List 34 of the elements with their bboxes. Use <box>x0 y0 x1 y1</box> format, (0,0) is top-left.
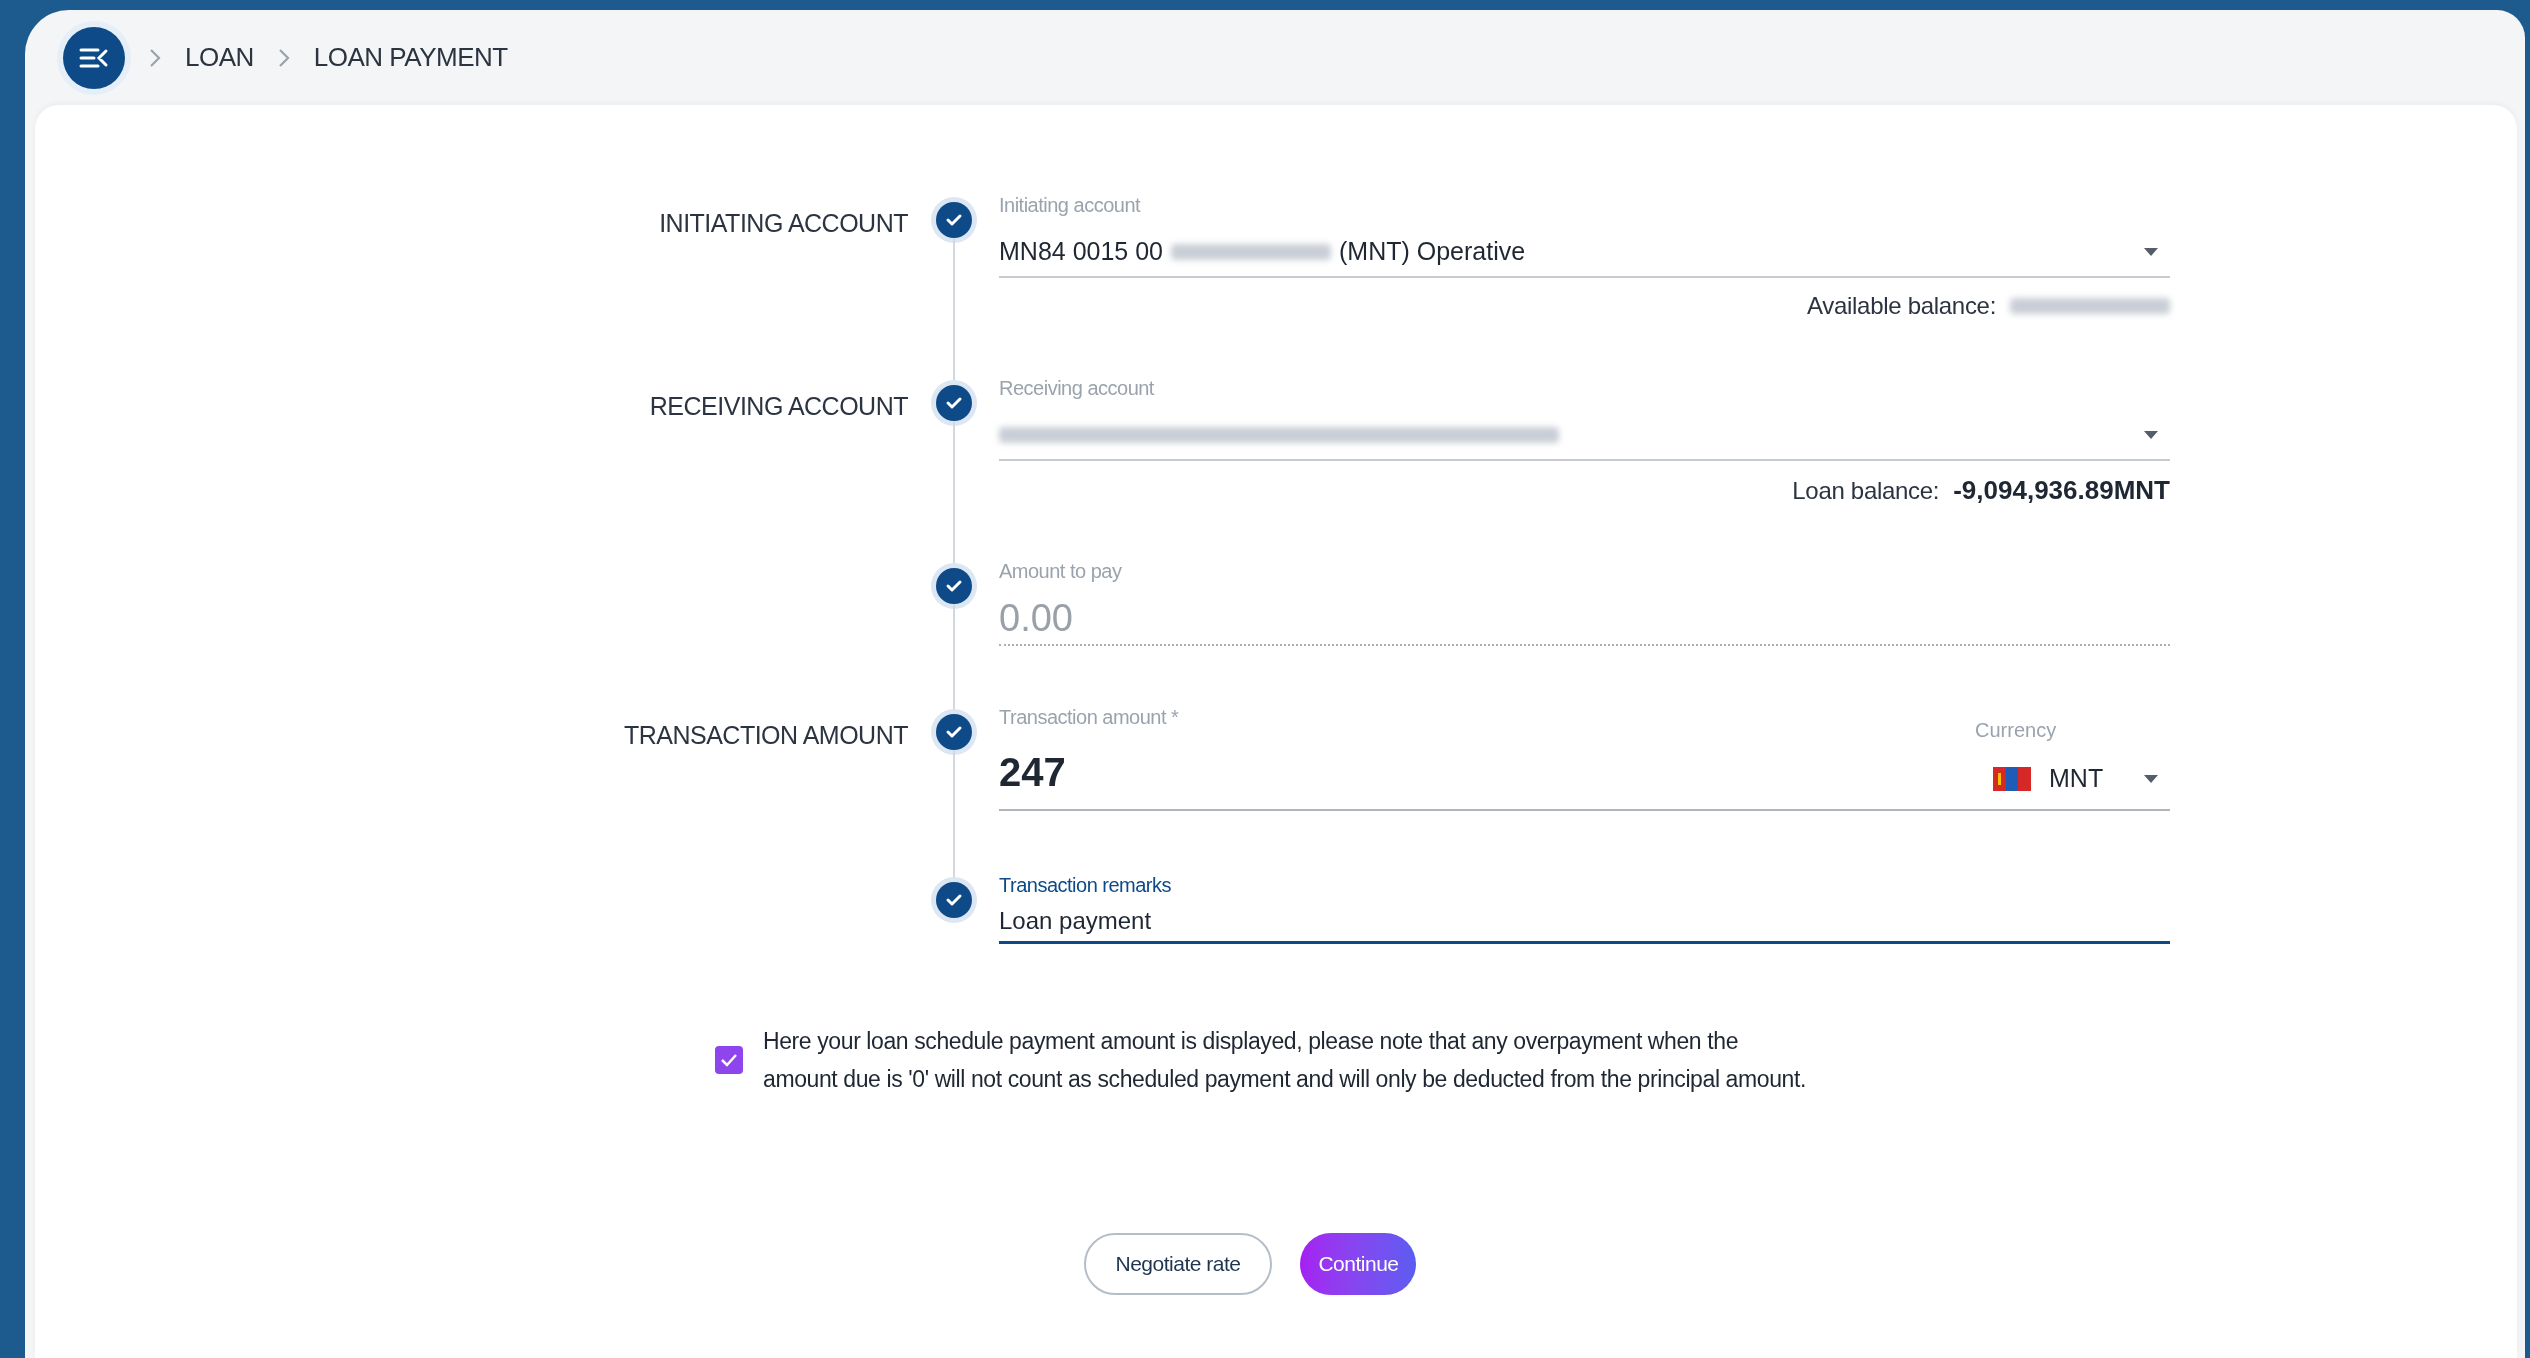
chevron-right-icon <box>277 47 290 68</box>
currency-select[interactable]: MNT <box>1975 749 2170 811</box>
section-label: RECEIVING ACCOUNT <box>649 391 908 418</box>
field-label: Receiving account <box>999 376 1154 397</box>
section-label: INITIATING ACCOUNT <box>659 208 908 235</box>
menu-collapse-icon <box>79 46 109 69</box>
field-label: Transaction remarks <box>999 873 1172 894</box>
balance-label: Available balance: <box>1807 291 1996 321</box>
checkmark-icon <box>720 1053 738 1067</box>
notice-text: Here your loan schedule payment amount is displayed, please note that any overpayment when the amount due is '0' will not count as scheduled payment and will only be deducted from the principal amount. <box>763 1027 1807 1094</box>
amount-input[interactable]: 247 <box>999 736 1975 811</box>
section-label: TRANSACTION AMOUNT <box>623 720 908 747</box>
field-label: Initiating account <box>999 193 1141 214</box>
flag-icon <box>1993 767 2031 791</box>
balance-label: Loan balance: <box>1792 475 1940 506</box>
chevron-right-icon <box>149 47 161 68</box>
field-value-text: MN84 0015 00 <box>999 236 1163 268</box>
amount-field[interactable]: 0.00 <box>999 592 2170 646</box>
remarks-input[interactable]: Loan payment <box>999 900 2170 944</box>
dropdown-caret-icon <box>2144 248 2158 256</box>
account-select[interactable]: MN84 0015 00 (MNT) Operative <box>999 228 2170 278</box>
field-label: Amount to pay <box>999 559 1122 580</box>
secondary-button[interactable]: Negotiate rate <box>1083 1233 1273 1295</box>
balance-value: -9,094,936.89MNT <box>1953 474 2170 507</box>
dropdown-caret-icon <box>2144 775 2158 783</box>
dropdown-caret-icon <box>2144 431 2158 439</box>
checkbox[interactable] <box>715 1046 743 1074</box>
currency-label: Currency <box>1975 718 2057 739</box>
field-value-text: (MNT) Operative <box>1339 236 1526 268</box>
breadcrumb-link[interactable]: LOAN <box>185 38 254 77</box>
continue-button[interactable]: Continue <box>1300 1233 1417 1295</box>
currency-code: MNT <box>2049 763 2105 795</box>
field-label: Transaction amount * <box>999 705 1179 726</box>
breadcrumb-link[interactable]: LOAN PAYMENT <box>313 38 508 77</box>
